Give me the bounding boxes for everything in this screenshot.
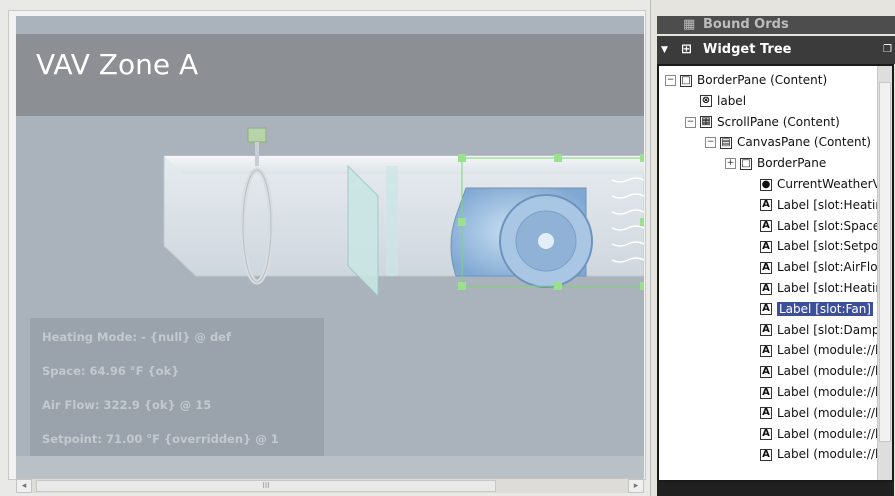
node-icon: ▤ <box>720 136 732 149</box>
space-temp-label[interactable]: Space: 64.96 °F {ok} <box>42 364 179 378</box>
node-icon: ● <box>760 178 772 191</box>
tree-node[interactable]: − ▦ ScrollPane (Content) <box>685 112 840 132</box>
air-flow-label[interactable]: Air Flow: 322.9 {ok} @ 15 <box>42 398 211 412</box>
duct-top <box>164 156 644 174</box>
node-icon: A <box>760 407 772 420</box>
node-icon: □ <box>680 74 692 87</box>
side-panel: ▦ Bound Ords ▼ ⊞ Widget Tree ❐ − □ BorderP… <box>650 0 895 496</box>
selection-handle <box>554 154 562 162</box>
canvas-editor: VAV Zone A Heating Mode: - {null} @ def … <box>0 0 650 496</box>
widget-tree-title: Widget Tree <box>703 42 792 57</box>
tree-node-label: CurrentWeatherVie <box>777 177 892 191</box>
selection-handle <box>640 154 644 162</box>
node-icon: A <box>760 324 772 337</box>
vav-duct-graphic[interactable] <box>156 126 644 296</box>
tree-node-label: BorderPane (Content) <box>697 73 828 87</box>
node-icon: □ <box>740 157 752 170</box>
bound-ords-header[interactable]: ▦ Bound Ords <box>657 16 895 34</box>
selection-handle <box>640 282 644 290</box>
page-title: VAV Zone A <box>36 48 199 81</box>
tree-node-label: CanvasPane (Content) <box>737 135 871 150</box>
widget-tree[interactable]: − □ BorderPane (Content) ⊗ label − ▦ ScrollPane… <box>657 64 894 482</box>
expander-icon[interactable]: − <box>685 116 696 128</box>
tree-node[interactable]: A Label [slot:SpaceTe <box>745 216 893 236</box>
tree-node[interactable]: − □ BorderPane (Content) <box>665 70 827 90</box>
tree-node[interactable]: − ▤ CanvasPane (Content) <box>705 132 871 152</box>
tree-node[interactable]: A Label [slot:HeatingN <box>745 195 892 215</box>
tree-node[interactable]: A Label [slot:DamperF <box>745 320 892 340</box>
expander-icon[interactable]: − <box>665 75 676 86</box>
node-icon: A <box>760 386 772 399</box>
selection-handle <box>458 154 466 162</box>
node-icon: ⊗ <box>700 95 712 108</box>
tree-node[interactable]: A Label [slot:Heating( <box>745 278 892 298</box>
tree-node[interactable]: A Label [slot:AirFlow] <box>745 257 892 277</box>
collapse-arrow-icon[interactable]: ▼ <box>661 36 668 64</box>
tree-node[interactable]: A Label (module://kitF <box>745 444 892 464</box>
horizontal-scrollbar[interactable]: ◂ III ▸ <box>16 478 644 493</box>
node-icon: A <box>760 282 772 295</box>
node-icon: A <box>760 220 772 233</box>
widget-tree-header[interactable]: ▼ ⊞ Widget Tree ❐ <box>657 36 895 64</box>
selection-handle <box>554 282 562 290</box>
heating-mode-label[interactable]: Heating Mode: - {null} @ def <box>42 330 231 344</box>
node-icon: A <box>760 240 772 253</box>
tree-node[interactable]: A Label (module://kitF <box>745 382 892 402</box>
tree-node-label: label <box>717 93 747 108</box>
expander-icon[interactable]: + <box>725 158 736 170</box>
setpoint-label[interactable]: Setpoint: 71.00 °F {overridden} @ 1 <box>42 432 279 446</box>
tree-node[interactable]: ● CurrentWeatherVie <box>745 174 891 194</box>
node-icon: A <box>760 365 772 378</box>
tree-node[interactable]: A Label (module://kitF <box>745 403 892 423</box>
tree-node-label: Label [slot:Fan] <box>777 301 873 316</box>
node-icon: A <box>760 303 772 316</box>
node-icon: A <box>760 261 772 274</box>
tree-node-label: ScrollPane (Content) <box>717 114 840 129</box>
selection-handle <box>458 282 466 290</box>
tree-node-label: Label [slot:AirFlow] <box>777 260 893 275</box>
tree-icon: ⊞ <box>681 42 692 57</box>
tree-node[interactable]: A Label (module://kitF <box>745 424 892 444</box>
bound-ords-title: Bound Ords <box>703 17 789 32</box>
scroll-right-button[interactable]: ▸ <box>628 479 644 493</box>
scroll-left-button[interactable]: ◂ <box>16 479 32 493</box>
tree-scroll-thumb[interactable] <box>879 82 891 442</box>
selection-handle <box>458 218 466 226</box>
node-icon: ▦ <box>700 116 712 129</box>
selection-handle <box>640 218 644 226</box>
restore-window-icon[interactable]: ❐ <box>883 36 892 64</box>
px-canvas[interactable]: VAV Zone A Heating Mode: - {null} @ def … <box>16 16 644 478</box>
tree-node-label: Label [slot:SpaceTe <box>777 218 893 233</box>
sensor-head <box>247 127 267 143</box>
bound-ords-icon: ▦ <box>683 17 696 32</box>
tree-node[interactable]: A Label [slot:Setpoint <box>745 236 892 256</box>
status-panel: Heating Mode: - {null} @ def Space: 64.9… <box>30 318 324 474</box>
tree-node[interactable]: ⊗ label <box>685 91 746 111</box>
tree-node[interactable]: A Label (module://kitF <box>745 361 892 381</box>
node-icon: A <box>760 199 772 212</box>
tree-horizontal-scrollbar[interactable] <box>657 482 894 496</box>
tree-node-label: BorderPane <box>757 156 827 171</box>
scrollbar-thumb[interactable]: III <box>36 480 496 492</box>
tree-node[interactable]: + □ BorderPane <box>725 153 826 173</box>
bottom-band <box>16 456 644 478</box>
node-icon: A <box>760 448 772 461</box>
tree-node[interactable]: A Label [slot:Fan] <box>745 299 873 319</box>
node-icon: A <box>760 344 772 357</box>
tree-node[interactable]: A Label (module://kitF <box>745 340 892 360</box>
expander-icon[interactable]: − <box>705 137 716 149</box>
tree-vertical-scrollbar[interactable] <box>877 66 892 480</box>
node-icon: A <box>760 428 772 441</box>
